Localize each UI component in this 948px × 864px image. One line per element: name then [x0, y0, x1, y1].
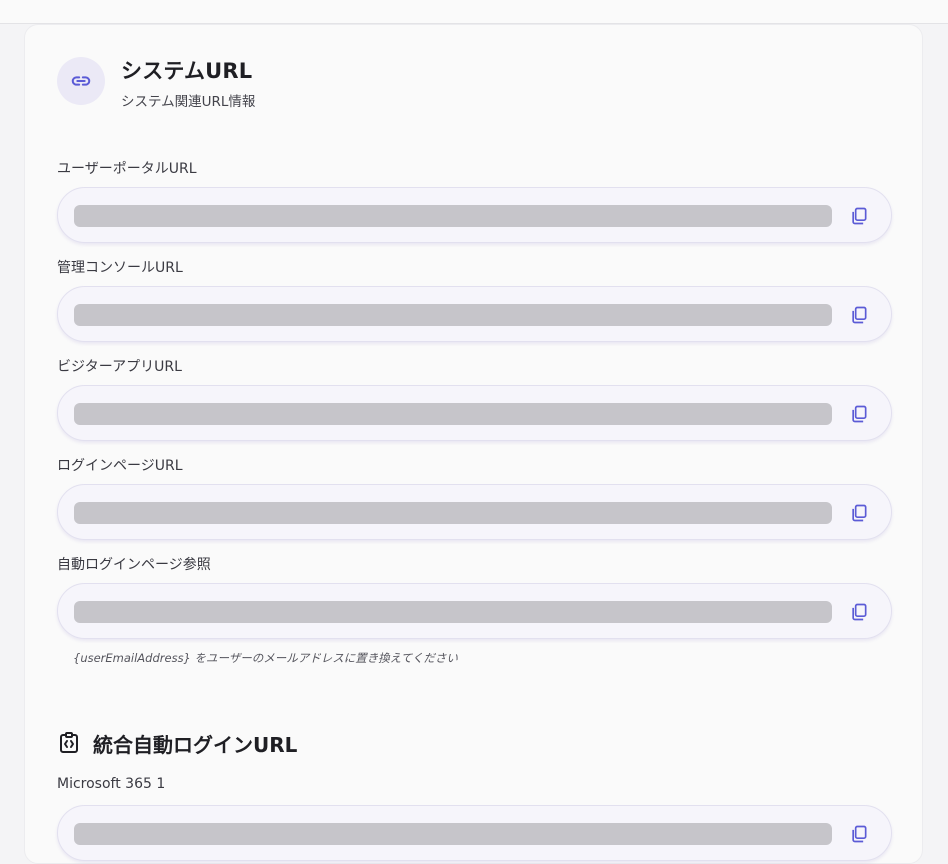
copy-icon — [852, 603, 867, 621]
admin-console-url-value[interactable] — [74, 304, 832, 326]
login-page-url-field — [57, 484, 892, 540]
page-subtitle: システム関連URL情報 — [121, 94, 256, 110]
copy-visitor-app-url-button[interactable] — [845, 400, 873, 428]
top-bar — [0, 0, 948, 24]
copy-icon — [852, 504, 867, 522]
user-portal-url-value[interactable] — [74, 205, 832, 227]
user-portal-url-field — [57, 187, 892, 243]
copy-auto-login-page-ref-button[interactable] — [845, 598, 873, 626]
code-clipboard-icon — [57, 731, 81, 755]
visitor-app-url-field — [57, 385, 892, 441]
copy-icon — [852, 405, 867, 423]
page-title: システムURL — [121, 59, 253, 83]
visitor-app-url-value[interactable] — [74, 403, 832, 425]
copy-login-page-url-button[interactable] — [845, 499, 873, 527]
admin-console-url-field — [57, 286, 892, 342]
login-page-url-value[interactable] — [74, 502, 832, 524]
copy-microsoft-365-1-button[interactable] — [845, 820, 873, 848]
link-icon — [57, 57, 105, 105]
visitor-app-url-label: ビジターアプリURL — [57, 359, 182, 375]
admin-console-url-label: 管理コンソールURL — [57, 260, 183, 276]
user-portal-url-label: ユーザーポータルURL — [57, 161, 197, 177]
auto-login-page-ref-label: 自動ログインページ参照 — [57, 557, 211, 573]
microsoft-365-1-value[interactable] — [74, 823, 832, 845]
copy-icon — [852, 306, 867, 324]
system-url-card: システムURL システム関連URL情報 ユーザーポータルURL 管理コンソールU… — [24, 24, 923, 864]
copy-icon — [852, 825, 867, 843]
copy-user-portal-url-button[interactable] — [845, 202, 873, 230]
email-placeholder-hint: {userEmailAddress} をユーザーのメールアドレスに置き換えてくだ… — [73, 651, 458, 665]
microsoft-365-1-field — [57, 805, 892, 861]
copy-admin-console-url-button[interactable] — [845, 301, 873, 329]
auto-login-page-ref-field — [57, 583, 892, 639]
auto-login-page-ref-value[interactable] — [74, 601, 832, 623]
microsoft-365-1-label: Microsoft 365 1 — [57, 776, 166, 792]
login-page-url-label: ログインページURL — [57, 458, 183, 474]
copy-icon — [852, 207, 867, 225]
integration-auto-login-title: 統合自動ログインURL — [93, 733, 298, 757]
